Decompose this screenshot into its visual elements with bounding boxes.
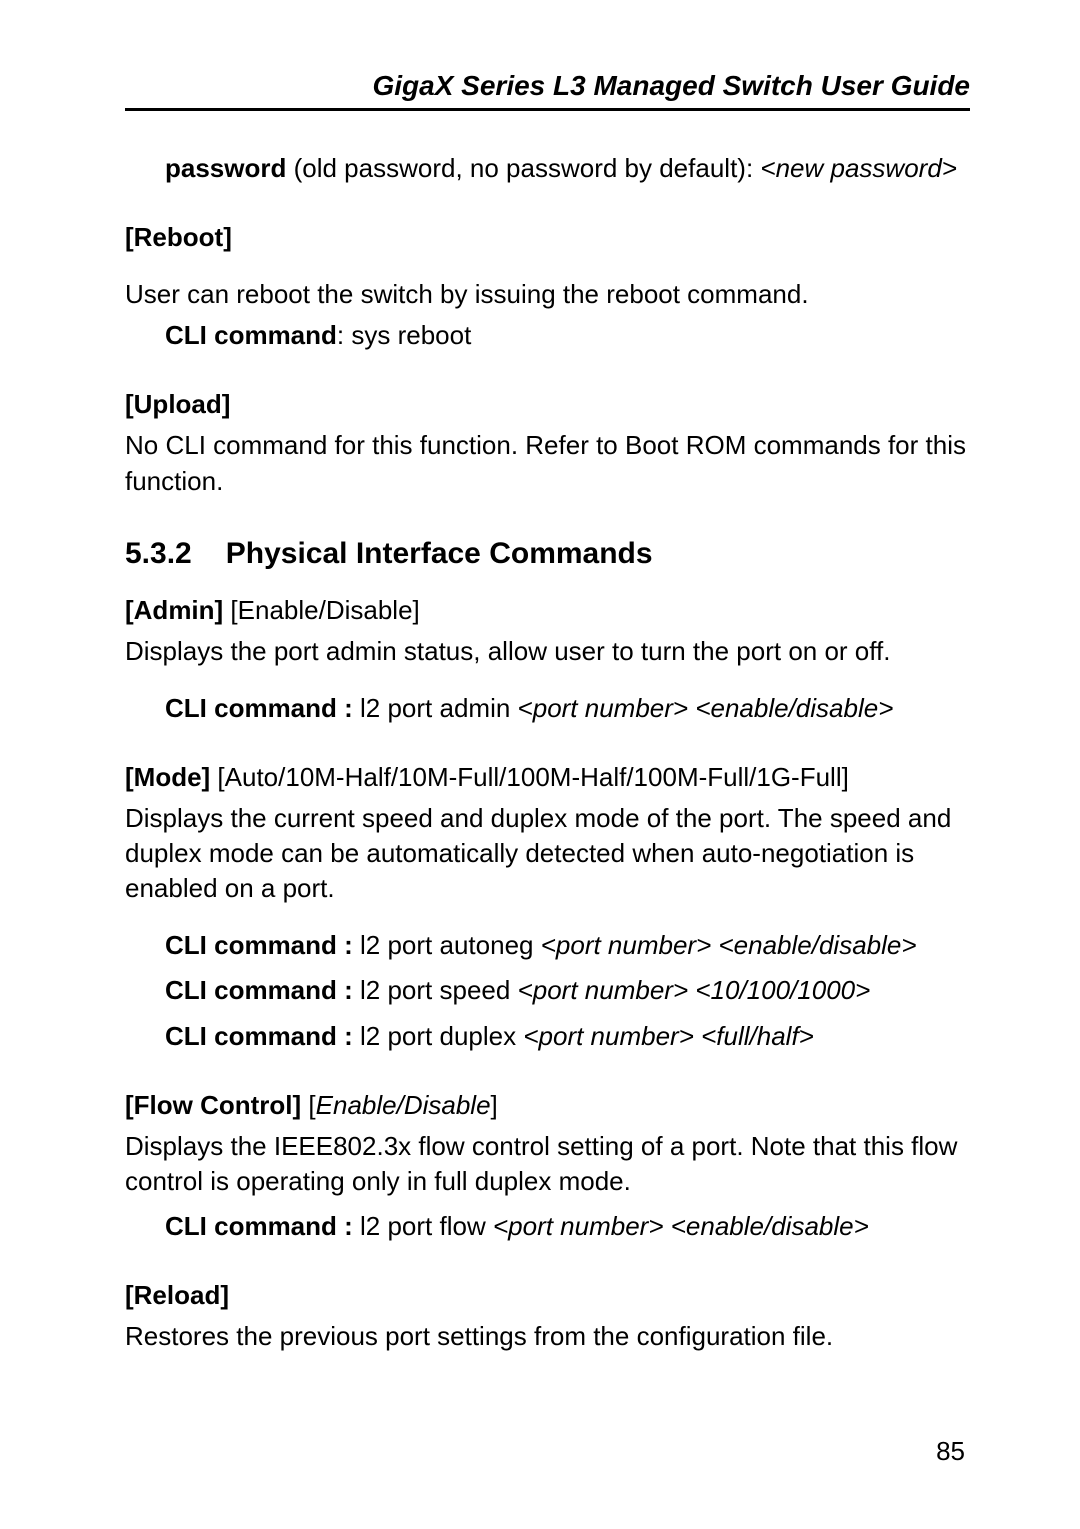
cli-label: CLI command : <box>165 975 360 1005</box>
admin-heading-rest: [Enable/Disable] <box>230 595 419 625</box>
admin-heading: [Admin] [Enable/Disable] <box>125 593 970 628</box>
section-heading: 5.3.2 Physical Interface Commands <box>125 537 970 571</box>
mode-cli3: CLI command : l2 port duplex <port numbe… <box>165 1019 970 1054</box>
flow-bracket-open: [ <box>308 1090 315 1120</box>
cli-label: CLI command : <box>165 1211 360 1241</box>
password-desc: (old password, no password by default): <box>286 153 760 183</box>
mode-cli2: CLI command : l2 port speed <port number… <box>165 973 970 1008</box>
admin-body: Displays the port admin status, allow us… <box>125 634 970 669</box>
upload-body: No CLI command for this function. Refer … <box>125 428 970 498</box>
mode-heading: [Mode] [Auto/10M-Half/10M-Full/100M-Half… <box>125 760 970 795</box>
mode-heading-rest: [Auto/10M-Half/10M-Full/100M-Half/100M-F… <box>217 762 848 792</box>
section-title: Physical Interface Commands <box>226 537 653 570</box>
upload-heading: [Upload] <box>125 387 970 422</box>
reboot-cli: CLI command: sys reboot <box>165 318 970 353</box>
mode-cli1: CLI command : l2 port autoneg <port numb… <box>165 928 970 963</box>
flow-body: Displays the IEEE802.3x flow control set… <box>125 1129 970 1199</box>
cli-arg: <port number> <enable/disable> <box>493 1211 869 1241</box>
admin-cli: CLI command : l2 port admin <port number… <box>165 691 970 726</box>
cli-arg: <port number> <enable/disable> <box>541 930 917 960</box>
cli-label: CLI command <box>165 320 337 350</box>
password-label: password <box>165 153 286 183</box>
page-number: 85 <box>936 1436 965 1467</box>
cli-cmd: l2 port duplex <box>360 1021 523 1051</box>
reload-body: Restores the previous port settings from… <box>125 1319 970 1354</box>
flow-heading: [Flow Control] [Enable/Disable] <box>125 1088 970 1123</box>
cli-cmd: l2 port admin <box>360 693 518 723</box>
reboot-heading: [Reboot] <box>125 220 970 255</box>
cli-label: CLI command : <box>165 693 360 723</box>
flow-bracket-close: ] <box>491 1090 498 1120</box>
running-header: GigaX Series L3 Managed Switch User Guid… <box>125 70 970 111</box>
mode-body: Displays the current speed and duplex mo… <box>125 801 970 906</box>
cli-cmd: l2 port flow <box>360 1211 493 1241</box>
cli-label: CLI command : <box>165 1021 360 1051</box>
admin-heading-bold: [Admin] <box>125 595 230 625</box>
reboot-body: User can reboot the switch by issuing th… <box>125 277 970 312</box>
mode-heading-bold: [Mode] <box>125 762 217 792</box>
flow-cli: CLI command : l2 port flow <port number>… <box>165 1209 970 1244</box>
reload-heading: [Reload] <box>125 1278 970 1313</box>
section-number: 5.3.2 <box>125 537 192 571</box>
flow-heading-bold: [Flow Control] <box>125 1090 308 1120</box>
cli-arg: <port number> <10/100/1000> <box>518 975 871 1005</box>
password-arg: <new password> <box>760 153 957 183</box>
password-line: password (old password, no password by d… <box>165 151 970 186</box>
page: GigaX Series L3 Managed Switch User Guid… <box>0 0 1080 1529</box>
cli-cmd: l2 port autoneg <box>360 930 541 960</box>
flow-heading-italic: Enable/Disable <box>316 1090 491 1120</box>
cli-arg: <port number> <full/half> <box>523 1021 814 1051</box>
cli-rest: : sys reboot <box>337 320 471 350</box>
cli-cmd: l2 port speed <box>360 975 518 1005</box>
cli-label: CLI command : <box>165 930 360 960</box>
cli-arg: <port number> <enable/disable> <box>518 693 894 723</box>
